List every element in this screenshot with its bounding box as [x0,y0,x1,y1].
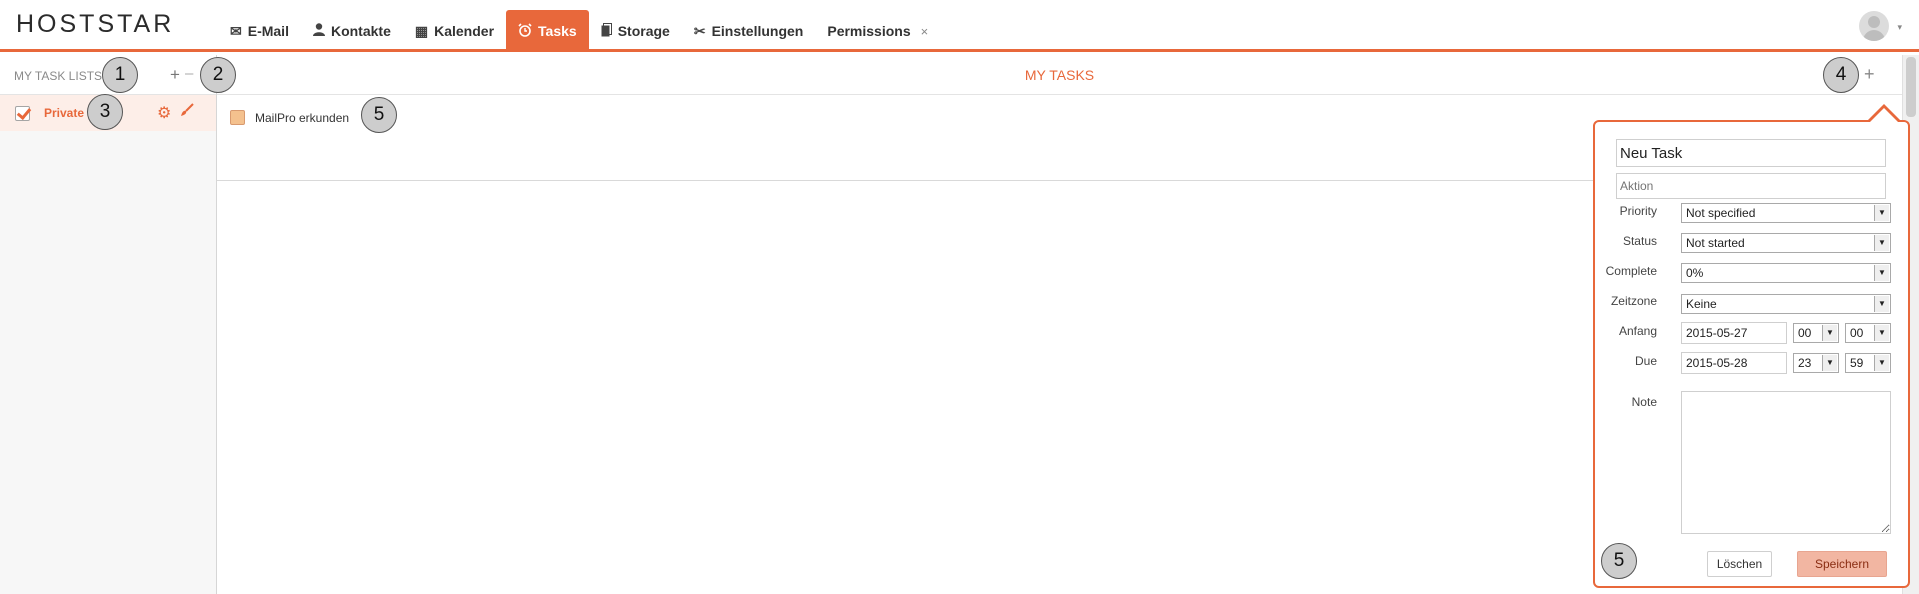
logo: HOSTSTAR [16,10,175,38]
chevron-down-icon: ▼ [1822,355,1837,371]
task-title-input[interactable] [1616,139,1886,167]
app: HOSTSTAR ✉ E-Mail Kontakte ▦ Kalender Ta [0,0,1919,594]
chevron-down-icon: ▼ [1874,205,1889,221]
sidebar-title: MY TASK LISTS [14,69,103,83]
chevron-down-icon[interactable]: ▾ [1897,22,1902,33]
task-label: MailPro erkunden [255,111,350,125]
priority-label: Priority [1619,204,1657,218]
task-action-input[interactable] [1616,173,1886,199]
chevron-down-icon: ▼ [1874,325,1889,341]
due-date-input[interactable]: 2015-05-28 [1681,352,1787,374]
nav-calendar-label: Kalender [434,23,495,39]
nav-storage-label: Storage [617,23,670,39]
chevron-down-icon: ▼ [1874,355,1889,371]
add-task-button[interactable]: + [1864,64,1875,85]
person-icon [312,23,325,39]
save-button[interactable]: Speichern [1797,551,1887,577]
list-label: Private [44,106,85,120]
timezone-label: Zeitzone [1610,294,1657,308]
nav-email-label: E-Mail [247,23,289,39]
gear-icon[interactable]: ⚙ [157,103,171,123]
annotation-marker-5: 5 [361,97,397,133]
add-list-button[interactable]: + [170,65,180,85]
delete-button[interactable]: Löschen [1707,551,1772,577]
main-header: MY TASKS + [217,55,1902,95]
envelope-icon: ✉ [230,22,242,39]
nav-contacts-label: Kontakte [330,23,391,39]
annotation-marker-4: 4 [1823,57,1859,93]
chevron-down-icon: ▼ [1874,265,1889,281]
nav-contacts[interactable]: Kontakte [301,10,403,52]
avatar-body-shape [1863,30,1885,41]
top-bar: HOSTSTAR ✉ E-Mail Kontakte ▦ Kalender Ta [0,0,1919,52]
scrollbar-thumb[interactable] [1906,57,1916,117]
close-icon[interactable]: × [921,24,929,39]
nav-tasks-label: Tasks [538,23,577,39]
annotation-marker-5b: 5 [1601,543,1637,579]
task-checkbox[interactable] [230,110,245,125]
files-icon [601,22,612,40]
nav-storage[interactable]: Storage [589,10,682,52]
timezone-select[interactable]: Keine ▼ [1681,294,1891,314]
status-select[interactable]: Not started ▼ [1681,233,1891,253]
nav-permissions-label: Permissions [827,23,911,39]
nav-permissions[interactable]: Permissions × [815,10,940,52]
priority-select[interactable]: Not specified ▼ [1681,203,1891,223]
annotation-marker-2: 2 [200,57,236,93]
list-checkbox[interactable] [15,106,30,121]
annotation-marker-1: 1 [102,57,138,93]
alarm-clock-icon [518,22,532,40]
status-value: Not started [1686,236,1745,250]
sidebar: MY TASK LISTS + – Private ⚙ [0,55,217,594]
start-hour-select[interactable]: 00 ▼ [1793,323,1839,343]
chevron-down-icon: ▼ [1874,235,1889,251]
start-label: Anfang [1618,324,1657,338]
nav-email[interactable]: ✉ E-Mail [218,10,301,52]
main-nav: ✉ E-Mail Kontakte ▦ Kalender Tasks Stora… [218,10,940,52]
annotation-marker-3: 3 [87,94,123,130]
nav-settings[interactable]: ✂ Einstellungen [682,10,816,52]
nav-calendar[interactable]: ▦ Kalender [403,10,506,52]
start-minute-select[interactable]: 00 ▼ [1845,323,1891,343]
remove-list-button[interactable]: – [185,65,193,82]
timezone-value: Keine [1686,297,1717,311]
priority-value: Not specified [1686,206,1756,220]
note-label: Note [1631,395,1657,409]
complete-value: 0% [1686,266,1704,280]
task-editor-popup: Priority Not specified ▼ Status Not star… [1593,120,1910,588]
page-title: MY TASKS [1024,67,1095,83]
note-textarea[interactable] [1681,391,1891,534]
due-minute-select[interactable]: 59 ▼ [1845,353,1891,373]
calendar-icon: ▦ [414,22,429,39]
chevron-down-icon: ▼ [1874,296,1889,312]
nav-tasks[interactable]: Tasks [506,10,589,52]
popup-pointer-fill [1869,108,1899,123]
due-label: Due [1634,354,1657,368]
avatar-head-shape [1868,16,1880,28]
due-hour-select[interactable]: 23 ▼ [1793,353,1839,373]
status-label: Status [1622,234,1657,248]
complete-label: Complete [1605,264,1657,278]
tools-icon: ✂ [693,22,706,39]
complete-select[interactable]: 0% ▼ [1681,263,1891,283]
nav-settings-label: Einstellungen [711,23,804,39]
avatar[interactable] [1859,11,1889,41]
chevron-down-icon: ▼ [1822,325,1837,341]
brush-icon[interactable] [180,103,194,121]
start-date-input[interactable]: 2015-05-27 [1681,322,1787,344]
